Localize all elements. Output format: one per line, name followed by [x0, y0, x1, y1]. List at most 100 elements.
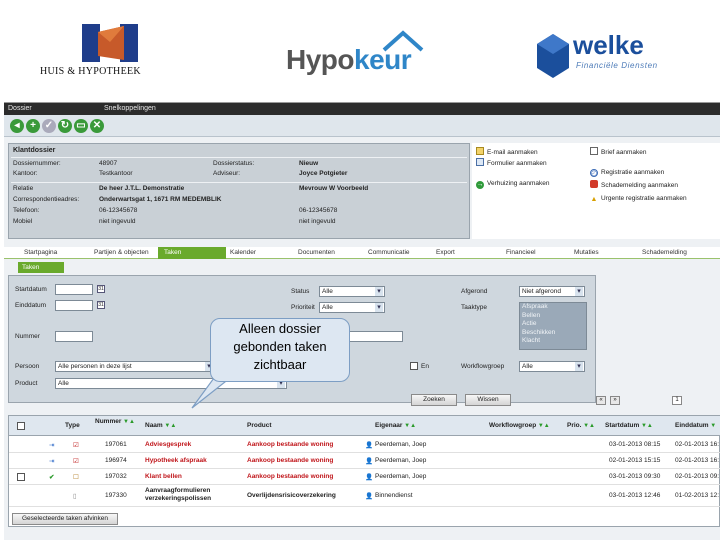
warning-icon: ▲ [590, 196, 598, 203]
tab-bar: Startpagina Partijen & objecten Taken Ka… [4, 247, 720, 259]
tab-communicatie[interactable]: Communicatie [368, 249, 410, 256]
done-check-icon: ✔ [49, 474, 55, 481]
product-label: Product [15, 380, 38, 387]
tab-mutaties[interactable]: Mutaties [574, 249, 599, 256]
refresh-icon[interactable]: ↻ [58, 119, 72, 133]
workflowgroep-select[interactable]: Alle [519, 361, 585, 372]
afgerond-select[interactable]: Niet afgerond [519, 286, 585, 297]
schade-action[interactable]: Schademelding aanmaken [590, 180, 678, 189]
tools-icon[interactable]: ✕ [90, 119, 104, 133]
einddatum-label: Einddatum [15, 302, 47, 309]
email-action[interactable]: E-mail aanmaken [476, 147, 538, 156]
klantdossier-panel: Klantdossier Dossiernummer: 48907 Dossie… [8, 143, 470, 239]
registratie-action[interactable]: ◴ Registratie aanmaken [590, 169, 664, 177]
header-type[interactable]: Type [65, 422, 80, 429]
header-product[interactable]: Product [247, 422, 272, 429]
status-select[interactable]: Alle [319, 286, 385, 297]
kantoor-value: Testkantoor [99, 170, 133, 177]
tab-financieel[interactable]: Financieel [506, 249, 536, 256]
table-row[interactable]: ▯ 197330 Aanvraagformulieren verzekering… [9, 485, 720, 507]
relatie-label: Relatie [13, 185, 34, 192]
clock-icon: ◴ [590, 169, 598, 177]
workflowgroep-label: Workflowgroep [461, 363, 505, 370]
damage-icon [590, 180, 598, 188]
actions-panel: E-mail aanmaken Brief aanmaken Formulier… [472, 143, 720, 239]
mobiel-label: Mobiel [13, 218, 33, 225]
status-label: Status [291, 288, 310, 295]
tab-documenten[interactable]: Documenten [298, 249, 335, 256]
check-icon[interactable]: ✓ [42, 119, 56, 133]
en-checkbox[interactable] [410, 362, 418, 370]
afvinken-button[interactable]: Geselecteerde taken afvinken [12, 513, 118, 525]
table-row[interactable]: ⇥ ☑ 196974 Hypotheek afspraak Aankoop be… [9, 453, 720, 469]
nummer-label: Nummer [15, 333, 40, 340]
taaktype-listbox[interactable]: Afspraak Bellen Actie Beschikken Klacht [519, 302, 587, 350]
list-item[interactable]: Klacht [520, 337, 586, 346]
tab-schademelding[interactable]: Schademelding [642, 249, 687, 256]
persoon-select[interactable]: Alle personen in deze lijst [55, 361, 215, 372]
adviseur-value: Joyce Potgieter [299, 170, 348, 177]
person-icon: 👤 [365, 493, 374, 500]
brief-action[interactable]: Brief aanmaken [590, 147, 647, 156]
klantdossier-title: Klantdossier [13, 147, 56, 154]
tab-taken[interactable]: Taken [158, 247, 226, 259]
startdatum-input[interactable] [55, 284, 93, 295]
list-item[interactable]: Afspraak [520, 303, 586, 312]
print-icon[interactable]: ▭ [74, 119, 88, 133]
relatie-value[interactable]: De heer J.T.L. Demonstratie [99, 185, 184, 192]
calendar-icon[interactable]: 31 [97, 301, 105, 309]
header-startdatum[interactable]: Startdatum ▼▲ [605, 422, 653, 429]
dossierstatus-value: Nieuw [299, 160, 319, 167]
arrow-icon: ⇥ [49, 458, 55, 465]
tab-partijen[interactable]: Partijen & objecten [94, 249, 149, 256]
person-icon: 👤 [365, 458, 374, 465]
search-text-input[interactable] [349, 331, 403, 342]
formulier-action[interactable]: Formulier aanmaken [476, 158, 547, 167]
table-row[interactable]: ✔ ☐ 197032 Klant bellen Aankoop bestaand… [9, 469, 720, 485]
back-icon[interactable]: ◂ [10, 119, 24, 133]
calendar-icon[interactable]: 31 [97, 285, 105, 293]
prioriteit-label: Prioriteit [291, 304, 315, 311]
menu-snelkoppelingen[interactable]: Snelkoppelingen [104, 105, 156, 112]
telefoon-value-2: 06-12345678 [299, 207, 338, 214]
header-workflowgroep[interactable]: Workflowgroep ▼▲ [489, 422, 550, 429]
logo-bar: HUIS & HYPOTHEEK Hypokeur welke Financië… [0, 0, 720, 100]
header-naam[interactable]: Naam ▼▲ [145, 422, 176, 429]
einddatum-input[interactable] [55, 300, 93, 311]
header-prio[interactable]: Prio. ▼▲ [567, 422, 595, 429]
urgent-action[interactable]: ▲ Urgente registratie aanmaken [590, 195, 687, 204]
table-row[interactable]: ⇥ ☑ 197061 Adviesgesprek Aankoop bestaan… [9, 437, 720, 453]
verhuizing-action[interactable]: → Verhuizing aanmaken [476, 180, 550, 189]
welke-subtitle: Financiële Diensten [576, 61, 658, 70]
startdatum-label: Startdatum [15, 286, 47, 293]
adviseur-label: Adviseur: [213, 170, 241, 177]
tab-kalender[interactable]: Kalender [230, 249, 256, 256]
prioriteit-select[interactable]: Alle [319, 302, 385, 313]
tab-startpagina[interactable]: Startpagina [24, 249, 57, 256]
row-checkbox[interactable] [17, 473, 25, 481]
header-nummer[interactable]: Nummer ▼▲ [95, 418, 135, 425]
mobiel-value: niet ingevuld [99, 218, 136, 225]
en-label: En [421, 363, 429, 370]
zoeken-button[interactable]: Zoeken [411, 394, 457, 406]
tab-export[interactable]: Export [436, 249, 455, 256]
moving-icon: → [476, 181, 484, 189]
nummer-input[interactable] [55, 331, 93, 342]
page-number[interactable]: 1 [672, 396, 682, 405]
table-header: Type Nummer ▼▲ Naam ▼▲ Product Eigenaar … [9, 416, 720, 436]
list-item[interactable]: Beschikken [520, 329, 586, 338]
menu-bar: Dossier Snelkoppelingen [4, 103, 720, 115]
next-page-icon[interactable]: » [610, 396, 620, 405]
header-einddatum[interactable]: Einddatum ▼ [675, 422, 716, 429]
relatie-value-2[interactable]: Mevrouw W Voorbeeld [299, 185, 368, 192]
list-item[interactable]: Bellen [520, 312, 586, 321]
checked-task-icon: ☑ [73, 458, 79, 465]
header-eigenaar[interactable]: Eigenaar ▼▲ [375, 422, 416, 429]
list-item[interactable]: Actie [520, 320, 586, 329]
menu-dossier[interactable]: Dossier [8, 105, 32, 112]
subtab-taken[interactable]: Taken [18, 262, 64, 273]
wissen-button[interactable]: Wissen [465, 394, 511, 406]
select-all-checkbox[interactable] [17, 422, 25, 430]
add-icon[interactable]: + [26, 119, 40, 133]
prev-page-icon[interactable]: « [596, 396, 606, 405]
